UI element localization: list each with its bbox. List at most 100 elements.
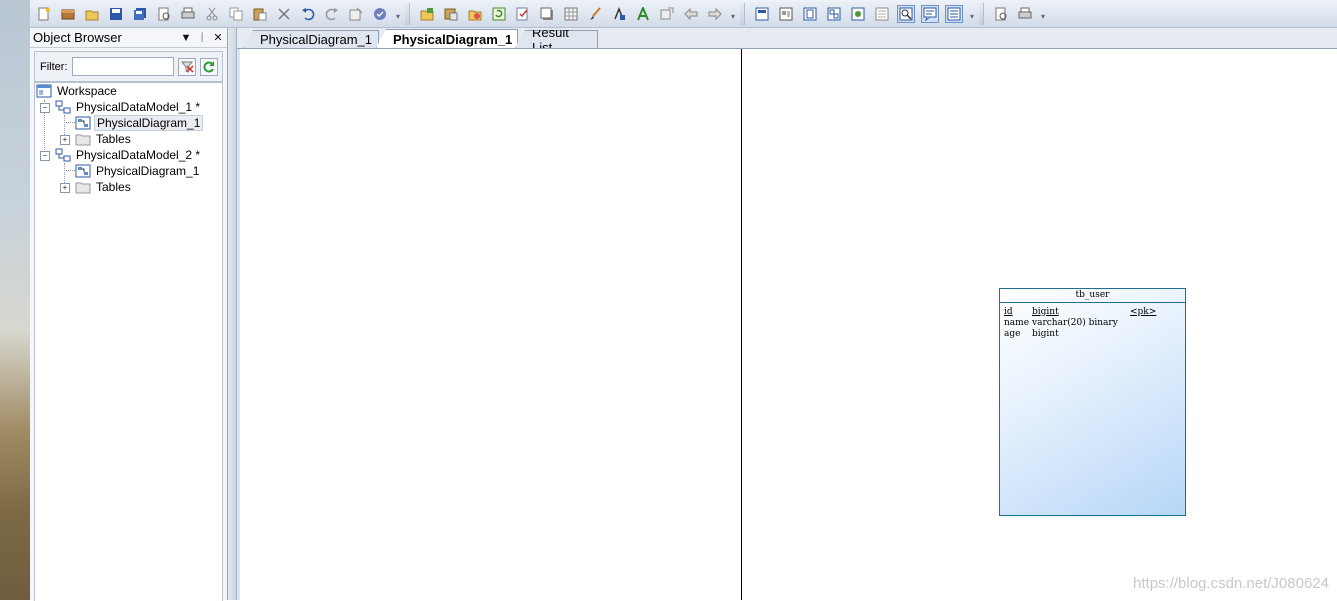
tab-label: PhysicalDiagram_1 bbox=[393, 31, 513, 47]
delete-icon[interactable] bbox=[275, 5, 293, 23]
back-icon[interactable] bbox=[682, 5, 700, 23]
column-name: name bbox=[1004, 318, 1030, 328]
toolbar-group-print bbox=[987, 1, 1039, 26]
tree-connector bbox=[64, 115, 65, 137]
zoom-page-icon[interactable] bbox=[897, 4, 915, 23]
tree-item-model-1[interactable]: PhysicalDataModel_1 * bbox=[55, 99, 202, 115]
watermark: https://blog.csdn.net/J080624 bbox=[1133, 575, 1329, 592]
cut-icon[interactable] bbox=[203, 5, 221, 23]
format-icon[interactable] bbox=[610, 5, 628, 23]
table-entity-tb-user[interactable]: tb_user id bigint <pk> name varchar(20) … bbox=[999, 288, 1186, 516]
print-2-icon[interactable] bbox=[1016, 5, 1034, 23]
paste-icon[interactable] bbox=[251, 5, 269, 23]
save-all-icon[interactable] bbox=[131, 5, 149, 23]
clear-filter-button[interactable] bbox=[177, 57, 196, 76]
toolbar-separator bbox=[979, 2, 984, 25]
toolbar-separator bbox=[740, 2, 745, 25]
toolbar-group-standard bbox=[30, 1, 394, 26]
check-icon[interactable] bbox=[514, 5, 532, 23]
column-type: varchar(20) binary bbox=[1032, 318, 1118, 328]
workspace-icon bbox=[36, 84, 52, 98]
undo-icon[interactable] bbox=[299, 5, 317, 23]
column-key: <pk> bbox=[1130, 307, 1157, 317]
tree-item-label: PhysicalDataModel_1 * bbox=[76, 100, 201, 114]
desktop-background bbox=[0, 0, 30, 600]
refresh-icon bbox=[202, 60, 214, 72]
grid-icon[interactable] bbox=[562, 5, 580, 23]
brush-icon[interactable] bbox=[586, 5, 604, 23]
toolbar-overflow-icon-2[interactable]: ▾ bbox=[731, 7, 737, 27]
tree-item-workspace[interactable]: Workspace bbox=[36, 83, 119, 99]
main-toolbar: ▾ ▾ ▾ ▾ bbox=[30, 0, 1337, 28]
tab-physical-diagram-1[interactable]: PhysicalDiagram_1 bbox=[243, 30, 379, 48]
object-tree: Workspace − PhysicalDataModel_1 * Physic… bbox=[34, 82, 223, 601]
redo-icon[interactable] bbox=[323, 5, 341, 23]
pin-icon[interactable]: ᛁ bbox=[195, 32, 209, 44]
toolbar-group-diagram bbox=[413, 1, 729, 26]
collapse-icon[interactable]: − bbox=[40, 151, 50, 161]
toolbar-overflow-icon-4[interactable]: ▾ bbox=[1041, 7, 1047, 27]
tree-connector bbox=[64, 163, 65, 185]
print-preview-2-icon[interactable] bbox=[992, 5, 1010, 23]
view-1-icon[interactable] bbox=[753, 5, 771, 23]
tree-item-model-2[interactable]: PhysicalDataModel_2 * bbox=[55, 147, 202, 163]
toolbar-overflow-icon-3[interactable]: ▾ bbox=[970, 7, 976, 27]
folder-icon bbox=[75, 180, 91, 194]
open-model-icon[interactable] bbox=[59, 5, 77, 23]
print-icon[interactable] bbox=[179, 5, 197, 23]
object-browser-titlebar: Object Browser ▼ ᛁ ✕ bbox=[30, 28, 227, 48]
new-package-icon[interactable] bbox=[418, 5, 436, 23]
tree-item-model-2-tables[interactable]: Tables bbox=[75, 179, 133, 195]
view-6-icon[interactable] bbox=[873, 5, 891, 23]
toolbar-separator bbox=[405, 2, 410, 25]
shadow-icon[interactable] bbox=[538, 5, 556, 23]
list-icon[interactable] bbox=[945, 4, 963, 23]
tree-item-model-2-diagram[interactable]: PhysicalDiagram_1 bbox=[75, 163, 201, 179]
import-icon[interactable] bbox=[442, 5, 460, 23]
canvas-margin bbox=[237, 49, 240, 600]
text-color-icon[interactable] bbox=[634, 5, 652, 23]
collapse-icon[interactable]: − bbox=[40, 103, 50, 113]
panel-splitter[interactable] bbox=[228, 28, 237, 600]
print-preview-icon[interactable] bbox=[155, 5, 173, 23]
diagram-icon bbox=[75, 164, 91, 178]
expand-icon[interactable]: + bbox=[60, 135, 70, 145]
tree-item-model-1-diagram[interactable]: PhysicalDiagram_1 bbox=[75, 115, 204, 131]
properties-icon[interactable] bbox=[347, 5, 365, 23]
view-4-icon[interactable] bbox=[825, 5, 843, 23]
copy-icon[interactable] bbox=[227, 5, 245, 23]
refresh-button[interactable] bbox=[199, 57, 218, 76]
physical-model-icon bbox=[55, 100, 71, 114]
tree-item-label: Tables bbox=[96, 132, 131, 146]
save-icon[interactable] bbox=[107, 5, 125, 23]
column-name: age bbox=[1004, 329, 1021, 339]
open-folder-icon[interactable] bbox=[83, 5, 101, 23]
reverse-engineer-icon[interactable] bbox=[466, 5, 484, 23]
view-5-icon[interactable] bbox=[849, 5, 867, 23]
column-name: id bbox=[1004, 307, 1013, 317]
check-model-icon[interactable] bbox=[371, 5, 389, 23]
toolbar-overflow-icon[interactable]: ▾ bbox=[396, 7, 402, 27]
toolbar-group-view bbox=[748, 1, 968, 26]
page-boundary-line bbox=[741, 49, 742, 600]
tree-item-model-1-tables[interactable]: Tables bbox=[75, 131, 133, 147]
diagram-icon bbox=[75, 116, 91, 130]
expand-icon[interactable]: + bbox=[60, 183, 70, 193]
filter-bar: Filter: bbox=[34, 51, 223, 82]
comment-icon[interactable] bbox=[921, 4, 939, 23]
tab-physical-diagram-1-active[interactable]: PhysicalDiagram_1 bbox=[376, 29, 518, 48]
view-3-icon[interactable] bbox=[801, 5, 819, 23]
tab-result-list[interactable]: Result List bbox=[515, 30, 598, 48]
entity-title: tb_user bbox=[1000, 289, 1185, 303]
forward-icon[interactable] bbox=[706, 5, 724, 23]
update-icon[interactable] bbox=[490, 5, 508, 23]
diagram-canvas[interactable]: tb_user id bigint <pk> name varchar(20) … bbox=[237, 49, 1337, 600]
new-icon[interactable] bbox=[35, 5, 53, 23]
filter-label: Filter: bbox=[40, 60, 68, 73]
filter-input[interactable] bbox=[71, 57, 174, 76]
close-icon[interactable]: ✕ bbox=[211, 31, 225, 44]
link-icon[interactable] bbox=[658, 5, 676, 23]
panel-menu-icon[interactable]: ▼ bbox=[179, 32, 193, 44]
tree-item-label: Tables bbox=[96, 180, 131, 194]
view-2-icon[interactable] bbox=[777, 5, 795, 23]
